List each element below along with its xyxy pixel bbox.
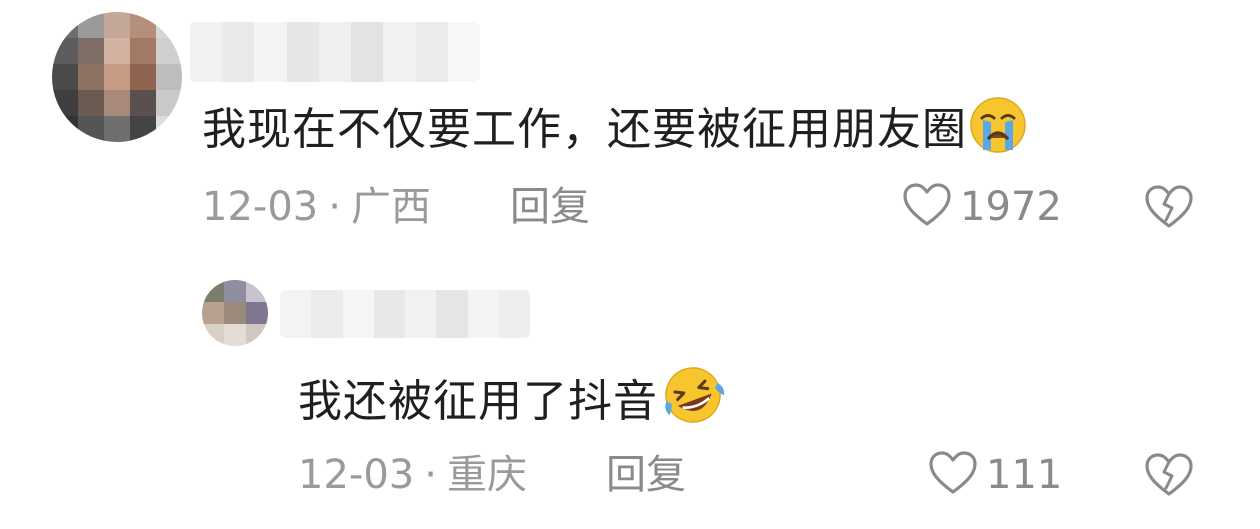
reply-button[interactable]: 回复	[606, 450, 686, 500]
meta-separator: ·	[424, 452, 437, 498]
broken-heart-icon	[1144, 453, 1194, 502]
dislike-button[interactable]	[1144, 452, 1194, 502]
comment-text-content: 我现在不仅要工作，还要被征用朋友圈	[202, 104, 967, 155]
loudly-crying-face-icon	[969, 96, 1027, 168]
like-button[interactable]: 111	[928, 450, 1062, 500]
reply-button[interactable]: 回复	[510, 182, 590, 232]
reply-comment-item: 我还被征用了抖音 12-03 · 重庆 回复 111	[0, 270, 1260, 529]
like-count: 1972	[960, 184, 1062, 230]
comment-item: 我现在不仅要工作，还要被征用朋友圈 12-03 · 广西 回复 1972	[0, 0, 1260, 250]
heart-icon	[928, 450, 978, 500]
comment-text-content: 我还被征用了抖音	[298, 376, 658, 427]
meta-separator: ·	[328, 184, 341, 230]
username-blurred[interactable]	[280, 290, 530, 338]
avatar[interactable]	[52, 12, 182, 142]
dislike-button[interactable]	[1144, 184, 1194, 234]
like-count: 111	[986, 452, 1063, 498]
comment-meta: 12-03 · 广西	[202, 182, 431, 232]
rolling-on-floor-laughing-icon	[660, 364, 726, 440]
heart-icon	[902, 182, 952, 232]
avatar[interactable]	[202, 280, 268, 346]
username-blurred[interactable]	[190, 22, 480, 82]
like-button[interactable]: 1972	[902, 182, 1062, 232]
comment-date: 12-03	[202, 184, 319, 230]
comment-location: 重庆	[446, 452, 527, 498]
comment-meta: 12-03 · 重庆	[298, 450, 527, 500]
comment-location: 广西	[350, 184, 431, 230]
broken-heart-icon	[1144, 185, 1194, 234]
comment-text: 我还被征用了抖音	[298, 364, 726, 440]
comment-text: 我现在不仅要工作，还要被征用朋友圈	[202, 96, 1027, 168]
comment-date: 12-03	[298, 452, 415, 498]
